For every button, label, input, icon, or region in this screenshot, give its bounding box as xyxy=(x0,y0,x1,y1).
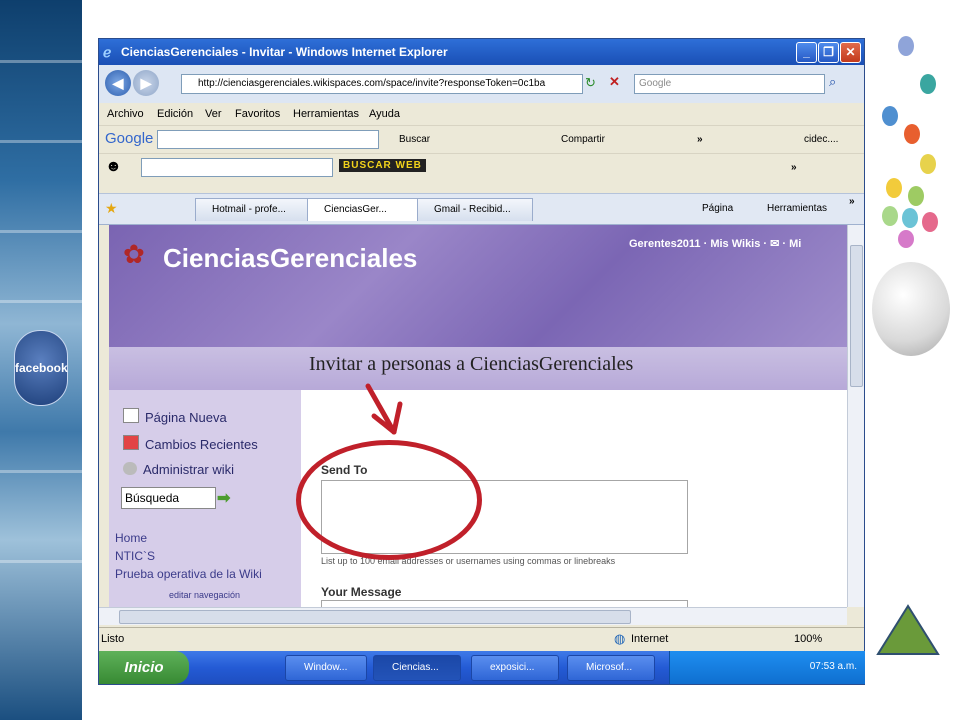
red-arrow-icon xyxy=(365,383,403,435)
menu-bar: Archivo Edición Ver Favoritos Herramient… xyxy=(99,103,864,125)
taskbar: Inicio Window... Ciencias... exposici...… xyxy=(99,651,865,684)
forward-icon[interactable]: ▶ xyxy=(133,70,159,96)
menu-archivo[interactable]: Archivo xyxy=(107,108,144,120)
nav-link-home[interactable]: Home xyxy=(115,531,147,545)
facebook-badge: facebook xyxy=(14,330,68,406)
toolbar-more-button[interactable]: » xyxy=(697,134,703,145)
user-links[interactable]: Gerentes2011 · Mis Wikis · ✉ · Mi xyxy=(629,237,801,250)
site-title[interactable]: CienciasGerenciales xyxy=(163,243,417,274)
maximize-icon[interactable]: ❐ xyxy=(818,42,839,63)
start-button[interactable]: Inicio xyxy=(99,651,189,684)
stop-icon[interactable]: ✕ xyxy=(609,74,620,90)
command-more-button[interactable]: » xyxy=(849,196,855,207)
status-bar: Listo ◍ Internet 100% xyxy=(99,627,864,650)
google-toolbar: Google Buscar Compartir » cidec.... xyxy=(99,125,864,154)
addon-toolbar: ☻ BUSCAR WEB » xyxy=(99,153,864,182)
addon-search-input[interactable] xyxy=(141,158,333,177)
window-title: CienciasGerenciales - Invitar - Windows … xyxy=(121,45,448,59)
taskbar-microsoft[interactable]: Microsof... xyxy=(567,655,655,681)
edit-navigation-link[interactable]: editar navegación xyxy=(169,590,240,600)
taskbar-windows[interactable]: Window... xyxy=(285,655,367,681)
system-tray: 07:53 a.m. xyxy=(669,651,865,684)
zoom-level[interactable]: 100% xyxy=(794,633,822,645)
scroll-thumb[interactable] xyxy=(850,245,863,387)
page-content: ✿ CienciasGerenciales Gerentes2011 · Mis… xyxy=(109,225,847,607)
tab-hotmail[interactable]: Hotmail - profe... xyxy=(195,198,311,221)
new-page-icon xyxy=(123,408,139,423)
favorites-star-icon[interactable]: ★ xyxy=(105,200,118,217)
calendar-icon xyxy=(123,435,139,450)
taskbar-ciencias[interactable]: Ciencias... xyxy=(373,655,461,681)
search-go-icon[interactable]: ➡ xyxy=(217,488,230,508)
message-textarea[interactable] xyxy=(321,600,688,607)
taskbar-exposicion[interactable]: exposici... xyxy=(471,655,559,681)
status-text: Listo xyxy=(101,633,125,645)
menu-edicion[interactable]: Edición xyxy=(157,108,193,120)
menu-favoritos[interactable]: Favoritos xyxy=(235,108,280,120)
google-search-button[interactable]: Buscar xyxy=(399,134,430,145)
menu-herramientas[interactable]: Herramientas xyxy=(293,108,359,120)
back-icon[interactable]: ◀ xyxy=(105,70,131,96)
title-bar: ℯ CienciasGerenciales - Invitar - Window… xyxy=(99,39,864,65)
search-input[interactable]: Google xyxy=(634,74,825,94)
tab-bar: ★ Hotmail - profe... CienciasGer... Gmai… xyxy=(99,193,864,225)
page-title: Invitar a personas a CienciasGerenciales xyxy=(309,353,634,375)
easter-eggs-decoration xyxy=(868,30,958,250)
share-button[interactable]: Compartir xyxy=(561,134,605,145)
sidebar: Página Nueva Cambios Recientes Administr… xyxy=(109,390,301,607)
zone-label: Internet xyxy=(631,633,669,645)
tab-gmail[interactable]: Gmail - Recibid... xyxy=(417,198,533,221)
wikipedia-globe-icon xyxy=(872,262,950,356)
menu-ayuda[interactable]: Ayuda xyxy=(369,108,400,120)
plant-logo-icon: ✿ xyxy=(123,239,145,269)
wiki-search-input[interactable]: Búsqueda xyxy=(121,487,216,509)
page-horizontal-scrollbar[interactable] xyxy=(99,607,847,625)
sidebar-item-nueva-pagina[interactable]: Página Nueva xyxy=(123,408,227,425)
buscar-web-button[interactable]: BUSCAR WEB xyxy=(339,159,426,172)
addon-more-button[interactable]: » xyxy=(791,162,797,173)
hscroll-thumb[interactable] xyxy=(119,610,631,624)
minimize-icon[interactable]: _ xyxy=(796,42,817,63)
close-icon[interactable]: ✕ xyxy=(840,42,861,63)
nav-link-ntics[interactable]: NTIC`S xyxy=(115,549,155,563)
nav-link-prueba[interactable]: Prueba operativa de la Wiki xyxy=(115,567,262,581)
menu-ver[interactable]: Ver xyxy=(205,108,222,120)
url-field[interactable]: http://cienciasgerenciales.wikispaces.co… xyxy=(181,74,583,94)
tab-cienciasgerenciales[interactable]: CienciasGer... xyxy=(307,198,423,221)
sidebar-item-administrar-wiki[interactable]: Administrar wiki xyxy=(123,462,234,477)
gear-icon xyxy=(123,462,137,475)
message-label: Your Message xyxy=(321,585,402,599)
slide-up-button[interactable] xyxy=(876,604,940,656)
search-icon[interactable]: ⌕ xyxy=(829,74,836,90)
browser-window: ℯ CienciasGerenciales - Invitar - Window… xyxy=(98,38,865,685)
highlight-ellipse xyxy=(296,440,482,560)
address-bar: ◀ ▶ http://cienciasgerenciales.wikispace… xyxy=(99,65,864,104)
clock: 07:53 a.m. xyxy=(809,661,857,672)
refresh-icon[interactable]: ↻ xyxy=(585,75,596,91)
page-menu-button[interactable]: Página xyxy=(702,203,733,214)
addon-icon[interactable]: ☻ xyxy=(105,158,122,176)
tools-menu-button[interactable]: Herramientas xyxy=(767,203,827,214)
page-vertical-scrollbar[interactable] xyxy=(847,225,864,607)
google-logo: Google xyxy=(105,130,154,147)
sidebar-item-cambios-recientes[interactable]: Cambios Recientes xyxy=(123,435,258,452)
google-search-input[interactable] xyxy=(157,130,379,149)
globe-icon: ◍ xyxy=(614,631,626,646)
google-account[interactable]: cidec.... xyxy=(804,134,838,145)
ie-logo-icon: ℯ xyxy=(103,44,112,60)
